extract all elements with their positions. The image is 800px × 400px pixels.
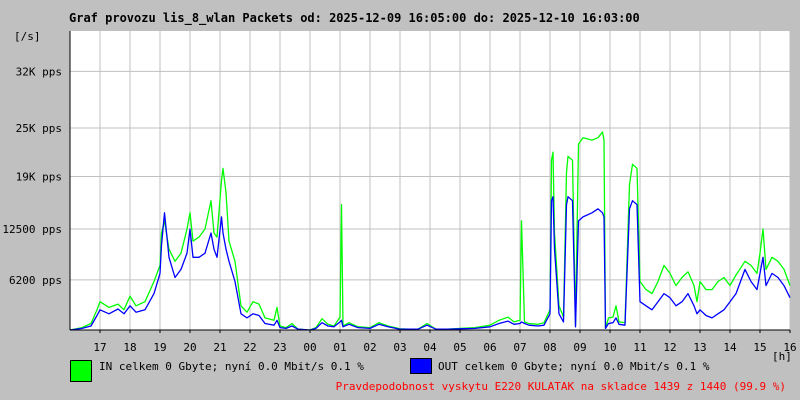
traffic-chart: 6200 pps 12500 pps 19K pps 25K pps 32K pps 1…: [2, 30, 796, 363]
x-tick-label: 05: [453, 341, 466, 354]
x-tick-label: 11: [633, 341, 646, 354]
x-tick-label: 15: [753, 341, 766, 354]
x-tick-labels: 17 18 19 20 21 22 23 00 01 02 03 04 05 06 07 08 09 10 11 12…: [93, 341, 796, 354]
y-tick-label: 12500 pps: [2, 223, 62, 236]
x-tick-label: 22: [243, 341, 256, 354]
x-tick-label: 08: [543, 341, 556, 354]
x-tick-label: 07: [513, 341, 526, 354]
x-tick-label: 10: [603, 341, 616, 354]
y-tick-label: 6200 pps: [9, 274, 62, 287]
x-tick-label: 04: [423, 341, 437, 354]
x-tick-label: 00: [303, 341, 316, 354]
x-tick-label: 03: [393, 341, 406, 354]
x-tick-label: 02: [363, 341, 376, 354]
in-legend-swatch: [70, 360, 92, 382]
x-tick-label: 23: [273, 341, 286, 354]
x-tick-label: 13: [693, 341, 706, 354]
x-tick-label: 21: [213, 341, 226, 354]
footer-note: Pravdepodobnost vyskytu E220 KULATAK na …: [335, 380, 786, 393]
x-tick-label: 06: [483, 341, 496, 354]
x-unit-label: [h]: [772, 350, 792, 363]
x-tick-label: 19: [153, 341, 166, 354]
x-tick-label: 18: [123, 341, 136, 354]
y-tick-label: 32K pps: [16, 65, 62, 78]
y-unit-label: [/s]: [14, 30, 41, 43]
x-tick-label: 09: [573, 341, 586, 354]
x-tick-label: 17: [93, 341, 106, 354]
x-tick-label: 14: [723, 341, 737, 354]
chart-title: Graf provozu lis_8_wlan Packets od: 2025…: [69, 11, 640, 25]
out-legend-text: OUT celkem 0 Gbyte; nyní 0.0 Mbit/s 0.1 …: [438, 360, 710, 373]
y-tick-label: 19K pps: [16, 170, 62, 183]
in-legend-text: IN celkem 0 Gbyte; nyní 0.0 Mbit/s 0.1 %: [99, 360, 364, 373]
x-tick-label: 20: [183, 341, 196, 354]
x-tick-label: 12: [663, 341, 676, 354]
out-legend-swatch: [410, 358, 432, 374]
y-tick-label: 25K pps: [16, 122, 62, 135]
y-tick-labels: 6200 pps 12500 pps 19K pps 25K pps 32K pps: [2, 65, 62, 286]
x-tick-label: 01: [333, 341, 346, 354]
